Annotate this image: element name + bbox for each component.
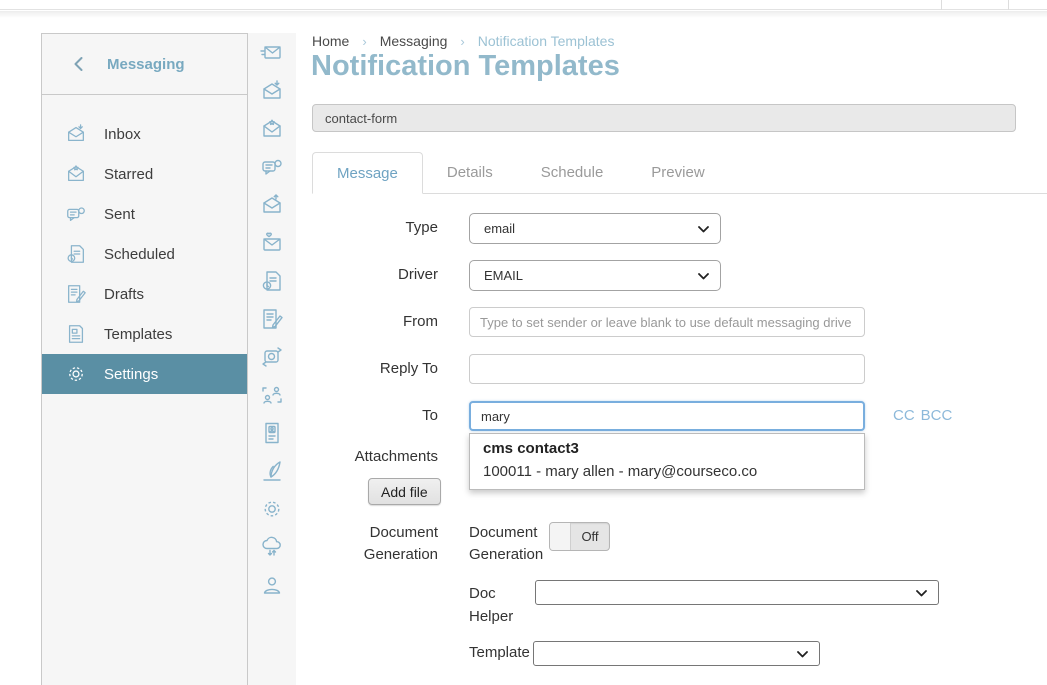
template-select[interactable] — [533, 641, 820, 666]
module-icon-rail — [248, 33, 296, 685]
mail-download-icon[interactable] — [260, 79, 284, 103]
template-name-input[interactable] — [312, 104, 1016, 132]
chevron-down-icon — [916, 590, 927, 597]
doc-helper-select[interactable] — [535, 580, 939, 605]
chevron-down-icon — [797, 651, 808, 658]
chevron-down-icon — [698, 226, 709, 233]
tab-preview[interactable]: Preview — [627, 152, 728, 193]
attachments-label: Attachments — [312, 447, 438, 467]
reply-to-label: Reply To — [312, 359, 438, 379]
sidebar-item-label: Starred — [104, 166, 153, 183]
type-label: Type — [312, 218, 438, 238]
doc-clock-icon[interactable] — [260, 269, 284, 293]
breadcrumb-current: Notification Templates — [478, 33, 615, 49]
breadcrumb: Home › Messaging › Notification Template… — [312, 33, 614, 49]
chat-bubble-icon — [65, 203, 87, 225]
sidebar-item-starred[interactable]: Starred — [42, 154, 247, 194]
gear-icon — [65, 363, 87, 385]
doc-pencil-icon[interactable] — [260, 307, 284, 331]
topbar-divider — [941, 0, 942, 10]
sidebar-item-label: Inbox — [104, 126, 141, 143]
app-screen: Messaging Inbox Starred Sent — [0, 0, 1047, 685]
sidebar-item-sent[interactable]: Sent — [42, 194, 247, 234]
breadcrumb-messaging[interactable]: Messaging — [380, 33, 448, 49]
topbar-shadow — [0, 11, 1047, 18]
page-title: Notification Templates — [311, 50, 620, 83]
from-input[interactable] — [469, 307, 865, 337]
mail-heart-icon[interactable] — [260, 231, 284, 255]
to-input[interactable] — [469, 401, 865, 431]
contact-card-icon[interactable] — [260, 421, 284, 445]
inbox-envelope-icon — [65, 123, 87, 145]
gear-icon[interactable] — [260, 497, 284, 521]
driver-select[interactable]: EMAIL — [469, 260, 721, 291]
sidebar-back-header[interactable]: Messaging — [42, 34, 247, 95]
bcc-link[interactable]: BCC — [921, 407, 953, 424]
from-label: From — [312, 312, 438, 332]
user-icon[interactable] — [260, 573, 284, 597]
breadcrumb-home[interactable]: Home — [312, 33, 349, 49]
chevron-down-icon — [698, 273, 709, 280]
cc-bcc-links: CC BCC — [893, 407, 952, 424]
tab-bar: Message Details Schedule Preview — [312, 152, 1047, 194]
breadcrumb-separator-icon: › — [362, 34, 366, 49]
sidebar-item-templates[interactable]: Templates — [42, 314, 247, 354]
type-select-value: email — [484, 221, 515, 236]
doc-helper-label: Doc Helper — [469, 582, 527, 628]
sidebar-item-inbox[interactable]: Inbox — [42, 114, 247, 154]
mail-upload-icon[interactable] — [260, 193, 284, 217]
sidebar-item-label: Drafts — [104, 286, 144, 303]
scheduled-document-icon — [65, 243, 87, 265]
chat-icon[interactable] — [260, 155, 284, 179]
cloud-sync-icon[interactable] — [260, 535, 284, 559]
template-label: Template — [469, 644, 530, 661]
toggle-state-label: Off — [571, 523, 609, 550]
starred-envelope-icon — [65, 163, 87, 185]
chevron-left-icon — [74, 57, 83, 71]
draft-pencil-icon — [65, 283, 87, 305]
autocomplete-group-label: cms contact3 — [470, 434, 864, 459]
topbar-divider — [1008, 0, 1009, 10]
recipient-autocomplete-dropdown: cms contact3 100011 - mary allen - mary@… — [469, 433, 865, 490]
type-select[interactable]: email — [469, 213, 721, 244]
sidebar-item-label: Settings — [104, 366, 158, 383]
sidebar-item-drafts[interactable]: Drafts — [42, 274, 247, 314]
templates-document-icon — [65, 323, 87, 345]
sidebar-title: Messaging — [107, 56, 185, 73]
mail-forward-icon[interactable] — [260, 41, 284, 65]
breadcrumb-separator-icon: › — [460, 34, 464, 49]
mail-star-icon[interactable] — [260, 117, 284, 141]
user-exchange-icon[interactable] — [260, 383, 284, 407]
cc-link[interactable]: CC — [893, 407, 915, 424]
sidebar-item-label: Templates — [104, 326, 172, 343]
snapshot-icon[interactable] — [260, 345, 284, 369]
document-generation-toggle[interactable]: Off — [549, 522, 610, 551]
tab-details[interactable]: Details — [423, 152, 517, 193]
driver-select-value: EMAIL — [484, 268, 523, 283]
document-generation-label: Document Generation — [312, 522, 438, 566]
top-navbar — [0, 0, 1047, 10]
tab-schedule[interactable]: Schedule — [517, 152, 628, 193]
toggle-knob — [550, 523, 571, 550]
sidebar-item-settings[interactable]: Settings — [42, 354, 247, 394]
sidebar-item-scheduled[interactable]: Scheduled — [42, 234, 247, 274]
sidebar-item-label: Scheduled — [104, 246, 175, 263]
reply-to-input[interactable] — [469, 354, 865, 384]
quill-icon[interactable] — [260, 459, 284, 483]
tab-message[interactable]: Message — [312, 152, 423, 194]
add-file-button[interactable]: Add file — [368, 478, 441, 505]
sidebar-item-label: Sent — [104, 206, 135, 223]
sidebar-menu: Inbox Starred Sent Scheduled — [42, 95, 247, 394]
autocomplete-option[interactable]: 100011 - mary allen - mary@courseco.co — [470, 459, 864, 489]
messaging-sidebar: Messaging Inbox Starred Sent — [41, 33, 248, 685]
driver-label: Driver — [312, 265, 438, 285]
to-label: To — [312, 406, 438, 426]
document-generation-inner-label: Document Generation — [469, 522, 553, 566]
